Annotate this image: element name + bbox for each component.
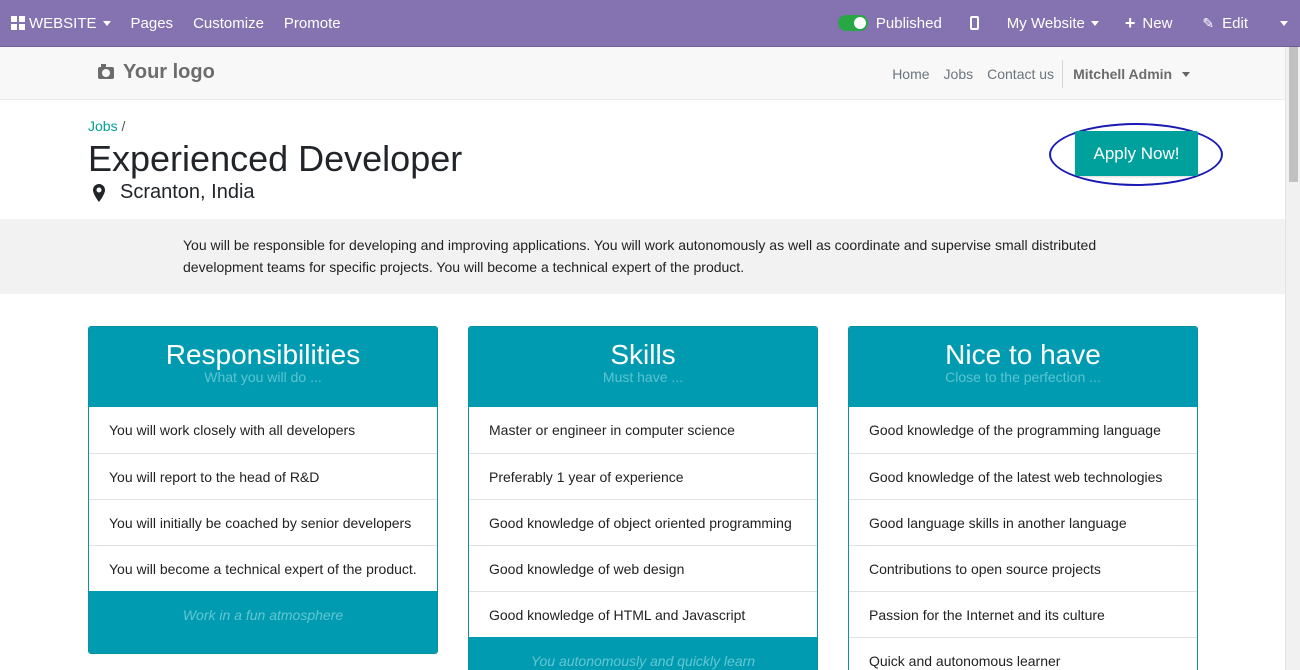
list-item: Good knowledge of object oriented progra…	[469, 499, 817, 545]
page-title: Experienced Developer	[88, 138, 463, 179]
app-menu-button[interactable]: WEBSITE	[0, 0, 121, 47]
site-logo[interactable]: Your logo	[98, 61, 215, 84]
card-subtitle: Close to the perfection ...	[945, 369, 1101, 385]
job-description: You will be responsible for developing a…	[183, 237, 1097, 275]
main-nav: Home Jobs Contact us Mitchell Admin	[885, 47, 1190, 100]
card-subtitle: Must have ...	[602, 369, 684, 385]
nav-contact[interactable]: Contact us	[980, 66, 1061, 82]
list-item: Good knowledge of web design	[469, 545, 817, 591]
list-item: Passion for the Internet and its culture	[849, 591, 1197, 637]
card-list: Master or engineer in computer science P…	[469, 407, 817, 637]
breadcrumb-jobs-link[interactable]: Jobs	[88, 118, 118, 134]
card-footer: You autonomously and quickly learn	[469, 637, 817, 670]
new-button[interactable]: + New	[1109, 0, 1189, 47]
nav-divider	[1062, 59, 1064, 88]
edit-label: Edit	[1222, 14, 1248, 32]
edit-button[interactable]: ✎ Edit	[1188, 0, 1262, 47]
site-header: Your logo Home Jobs Contact us Mitchell …	[0, 47, 1285, 100]
nice-to-have-card: Nice to have Close to the perfection ...…	[848, 326, 1198, 670]
toggle-switch-icon	[837, 15, 868, 31]
menu-promote[interactable]: Promote	[274, 0, 351, 47]
list-item: Preferably 1 year of experience	[469, 453, 817, 499]
chevron-down-icon	[1090, 20, 1099, 26]
user-name: Mitchell Admin	[1073, 65, 1173, 82]
user-menu[interactable]: Mitchell Admin	[1069, 66, 1190, 82]
list-item: Quick and autonomous learner	[849, 637, 1197, 670]
card-footer: Work in a fun atmosphere	[89, 591, 437, 653]
job-description-section: You will be responsible for developing a…	[0, 219, 1285, 294]
plus-icon: +	[1124, 13, 1136, 33]
chevron-down-icon	[1182, 72, 1190, 78]
map-marker-icon	[93, 183, 105, 202]
pencil-icon: ✎	[1202, 14, 1215, 31]
card-title: Nice to have	[945, 339, 1101, 370]
mobile-phone-icon	[969, 16, 979, 30]
card-title: Skills	[610, 339, 676, 370]
apply-now-button[interactable]: Apply Now!	[1075, 131, 1198, 176]
camera-icon	[98, 63, 114, 79]
chevron-down-icon	[1280, 20, 1288, 26]
card-header: Responsibilities What you will do ...	[89, 327, 437, 407]
list-item: You will initially be coached by senior …	[89, 499, 437, 545]
list-item: You will work closely with all developer…	[89, 407, 437, 453]
list-item: Good knowledge of the programming langua…	[849, 407, 1197, 453]
admin-topbar: WEBSITE Pages Customize Promote Publishe…	[0, 0, 1300, 47]
website-switcher[interactable]: My Website	[997, 0, 1109, 47]
list-item: You will become a technical expert of th…	[89, 545, 437, 591]
card-list: Good knowledge of the programming langua…	[849, 407, 1197, 670]
menu-customize[interactable]: Customize	[183, 0, 274, 47]
responsibilities-card: Responsibilities What you will do ... Yo…	[88, 326, 438, 654]
publish-toggle[interactable]: Published	[828, 0, 952, 47]
job-location: Scranton, India	[93, 181, 255, 204]
published-label: Published	[875, 14, 942, 32]
mobile-preview-button[interactable]	[952, 0, 997, 47]
menu-pages[interactable]: Pages	[121, 0, 184, 47]
breadcrumb-separator: /	[121, 118, 126, 134]
card-subtitle: What you will do ...	[204, 369, 322, 385]
list-item: Contributions to open source projects	[849, 545, 1197, 591]
breadcrumb: Jobs /	[88, 118, 125, 134]
card-title: Responsibilities	[165, 339, 361, 370]
page-scrollbar[interactable]	[1285, 47, 1300, 670]
apps-grid-icon	[11, 16, 25, 30]
location-text: Scranton, India	[120, 181, 255, 203]
more-dropdown[interactable]	[1262, 0, 1300, 47]
nav-home[interactable]: Home	[885, 66, 936, 82]
card-header: Skills Must have ...	[469, 327, 817, 407]
list-item: Master or engineer in computer science	[469, 407, 817, 453]
website-switcher-label: My Website	[1006, 14, 1085, 32]
chevron-down-icon	[102, 20, 111, 26]
list-item: Good language skills in another language	[849, 499, 1197, 545]
app-menu-label: WEBSITE	[29, 14, 97, 32]
nav-jobs[interactable]: Jobs	[937, 66, 981, 82]
card-header: Nice to have Close to the perfection ...	[849, 327, 1197, 407]
list-item: Good knowledge of HTML and Javascript	[469, 591, 817, 637]
new-label: New	[1142, 14, 1173, 32]
scrollbar-thumb[interactable]	[1289, 47, 1298, 182]
card-list: You will work closely with all developer…	[89, 407, 437, 591]
list-item: You will report to the head of R&D	[89, 453, 437, 499]
logo-text: Your logo	[123, 61, 215, 83]
list-item: Good knowledge of the latest web technol…	[849, 453, 1197, 499]
skills-card: Skills Must have ... Master or engineer …	[468, 326, 818, 670]
